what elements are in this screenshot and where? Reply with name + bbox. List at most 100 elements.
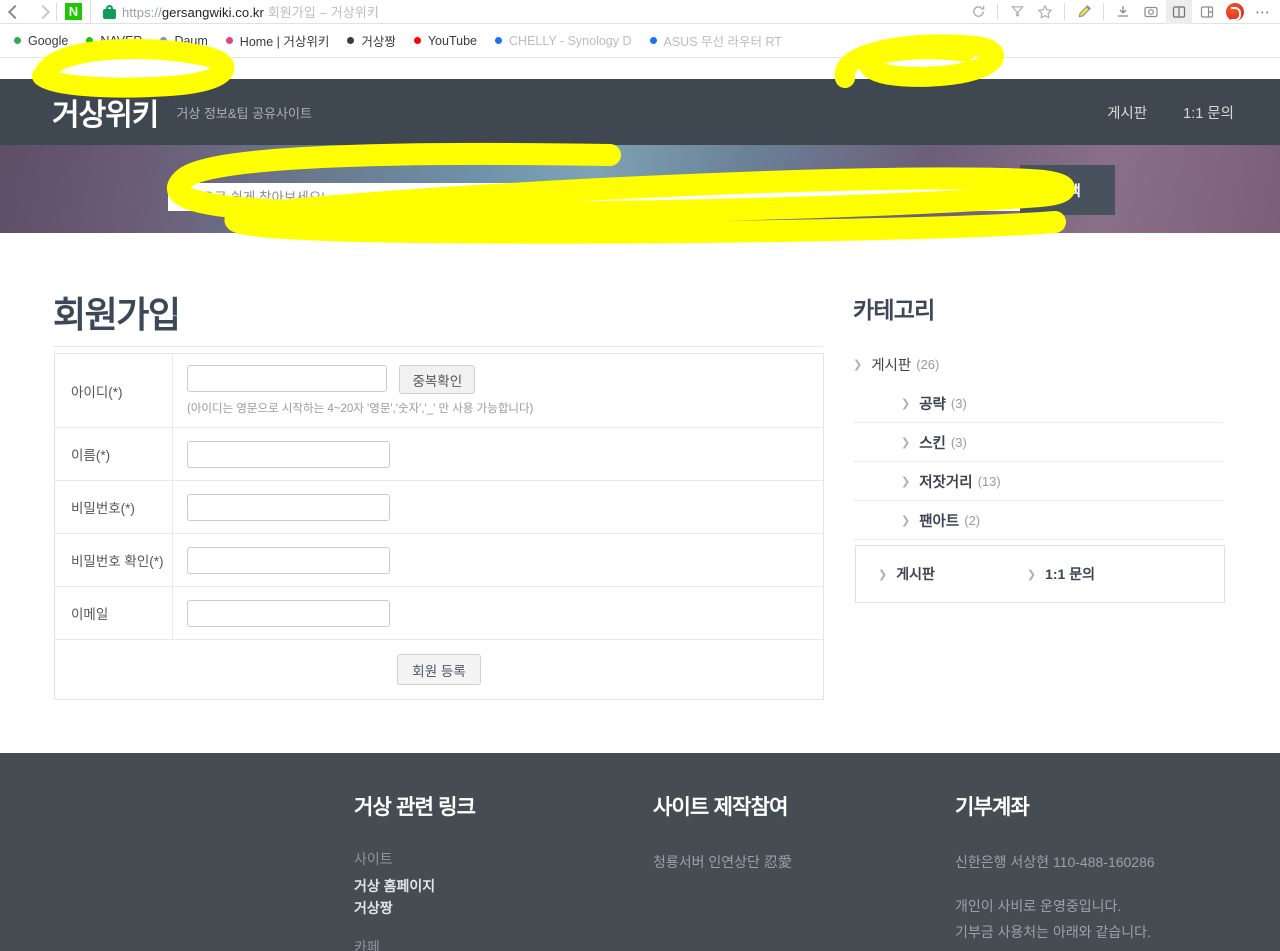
naver-whale-icon[interactable]: N <box>65 3 82 20</box>
field-password-confirm <box>173 534 824 587</box>
bookmark-daum[interactable]: Daum <box>160 34 225 48</box>
browser-window: N https://gersangwiki.co.kr 회원가입 – 거상위키 <box>0 0 1280 951</box>
star-icon[interactable] <box>1032 0 1058 24</box>
url-text: https://gersangwiki.co.kr 회원가입 – 거상위키 <box>122 2 379 21</box>
category-name: 저잣거리 <box>919 474 973 491</box>
category-item-fanart[interactable]: ❯ 팬아트 (2) <box>853 501 1223 540</box>
form-row-password: 비밀번호(*) <box>54 480 824 534</box>
screenshot-icon[interactable] <box>1138 0 1164 24</box>
sidebar-icon[interactable] <box>1166 0 1192 24</box>
nav-item-inquiry[interactable]: 1:1 문의 <box>1183 102 1234 123</box>
search-button[interactable]: 검색 <box>1020 165 1115 215</box>
history-icon[interactable] <box>1004 0 1030 24</box>
label-password: 비밀번호(*) <box>54 480 173 534</box>
bookmark-chelly-synology[interactable]: CHELLY - Synology D <box>494 33 650 48</box>
category-name: 게시판 <box>871 358 912 374</box>
userid-input[interactable] <box>187 365 387 392</box>
form-row-password-confirm: 비밀번호 확인(*) <box>54 533 824 587</box>
back-icon[interactable] <box>6 5 20 19</box>
chrome-gap <box>0 58 1280 79</box>
nav-item-board[interactable]: 게시판 <box>1107 102 1147 123</box>
field-userid: 중복확인 (아이디는 영문으로 시작하는 4~20자 '영문','숫자','_'… <box>173 354 824 428</box>
bookmark-naver[interactable]: NAVER <box>86 34 160 48</box>
highlighter-pen-icon[interactable] <box>1071 0 1097 24</box>
search-input[interactable] <box>168 183 1020 211</box>
url-domain: gersangwiki.co.kr <box>161 5 264 20</box>
password-confirm-input[interactable] <box>187 546 390 574</box>
footer-column-donation: 기부계좌 신한은행 서상현 110-488-160286 개인이 사비로 운영중… <box>955 791 1155 945</box>
footer-group-cafe: 카페 <box>354 939 380 951</box>
category-item-board[interactable]: ❯ 게시판 (26) <box>853 345 1223 384</box>
chevron-right-icon: ❯ <box>901 475 911 488</box>
check-duplicate-button[interactable]: 중복확인 <box>399 365 476 394</box>
quick-link-label: 게시판 <box>896 566 935 582</box>
category-count: (3) <box>950 395 967 411</box>
footer-link-gersangjjang[interactable]: 거상짱 <box>354 897 475 919</box>
split-view-icon[interactable] <box>1194 0 1220 24</box>
forward-icon[interactable] <box>34 5 48 19</box>
site-logo[interactable]: 거상위키 <box>52 90 159 134</box>
bookmark-label: Daum <box>174 33 208 48</box>
label-email: 이메일 <box>54 586 173 640</box>
navigation-buttons <box>0 5 48 19</box>
email-input[interactable] <box>187 599 390 627</box>
category-name: 공략 <box>919 396 946 413</box>
userid-hint: (아이디는 영문으로 시작하는 4~20자 '영문','숫자','_' 만 사용… <box>187 403 534 415</box>
category-item-market[interactable]: ❯ 저잣거리 (13) <box>853 462 1223 501</box>
main-content: 회원가입 아이디(*) 중복확인 (아이디는 영문으로 시작하는 4~20자 '… <box>0 233 1280 753</box>
field-email <box>173 587 824 640</box>
signup-form: 아이디(*) 중복확인 (아이디는 영문으로 시작하는 4~20자 '영문','… <box>54 353 824 700</box>
address-bar[interactable]: https://gersangwiki.co.kr 회원가입 – 거상위키 <box>90 0 965 24</box>
quick-link-inquiry[interactable]: ❯ 1:1 문의 <box>1027 564 1095 584</box>
sidebar-title: 카테고리 <box>853 297 935 323</box>
footer-credits-body: 청룡서버 인연상단 忍愛 <box>653 854 792 870</box>
page-title: 회원가입 <box>53 294 181 335</box>
url-page-title: 회원가입 – 거상위키 <box>267 5 379 20</box>
category-count: (13) <box>977 473 1001 489</box>
url-protocol: https:// <box>122 5 162 20</box>
password-input[interactable] <box>187 493 390 521</box>
title-divider <box>53 346 823 347</box>
profile-avatar-icon[interactable] <box>1222 0 1248 24</box>
footer-link-gersang-homepage[interactable]: 거상 홈페이지 <box>354 875 475 897</box>
bookmark-label: Google <box>28 33 69 48</box>
footer-donation-note-1: 개인이 사비로 운영중입니다. <box>955 898 1122 914</box>
site-tagline: 거상 정보&팁 공유사이트 <box>176 105 312 121</box>
more-menu-icon[interactable]: ⋯ <box>1250 0 1276 24</box>
register-button[interactable]: 회원 등록 <box>397 654 481 685</box>
bookmark-label: CHELLY - Synology D <box>508 33 632 48</box>
reload-icon[interactable] <box>965 0 991 24</box>
name-input[interactable] <box>187 440 390 468</box>
bookmark-label: ASUS 무선 라우터 RT <box>663 35 782 49</box>
site-footer: 거상 관련 링크 사이트 거상 홈페이지 거상짱 카페 사이트 제작참여 청룡서… <box>0 753 1280 951</box>
search-row <box>168 183 1020 211</box>
category-item-guide[interactable]: ❯ 공략 (3) <box>853 384 1223 423</box>
chevron-right-icon: ❯ <box>901 514 911 527</box>
bookmark-gersangjjang[interactable]: 거상짱 <box>347 31 414 50</box>
chevron-right-icon: ❯ <box>878 568 888 581</box>
bookmark-home-gersangwiki[interactable]: Home | 거상위키 <box>225 31 348 50</box>
bookmarks-bar: Google NAVER Daum Home | 거상위키 거상짱 YouTub… <box>0 24 1280 58</box>
label-name: 이름(*) <box>54 427 173 481</box>
bookmark-label: Home | 거상위키 <box>239 35 330 49</box>
chevron-right-icon: ❯ <box>901 436 911 449</box>
quick-link-board[interactable]: ❯ 게시판 <box>878 564 935 584</box>
quick-links-box: ❯ 게시판 ❯ 1:1 문의 <box>855 545 1225 603</box>
footer-column-links: 거상 관련 링크 사이트 거상 홈페이지 거상짱 카페 <box>354 791 476 951</box>
chevron-right-icon: ❯ <box>1026 568 1037 581</box>
download-icon[interactable] <box>1110 0 1136 24</box>
bookmark-google[interactable]: Google <box>14 34 86 48</box>
bookmark-youtube[interactable]: YouTube <box>413 34 495 48</box>
bookmark-asus-router[interactable]: ASUS 무선 라우터 RT <box>649 31 800 50</box>
footer-heading-credits: 사이트 제작참여 <box>653 796 788 819</box>
footer-donation-account: 신한은행 서상현 110-488-160286 <box>955 854 1155 870</box>
category-name: 팬아트 <box>919 513 960 530</box>
toolbar-actions: ⋯ <box>965 0 1280 24</box>
bookmark-label: NAVER <box>100 33 143 48</box>
form-row-name: 이름(*) <box>54 427 824 481</box>
chevron-right-icon: ❯ <box>901 397 911 410</box>
label-password-confirm: 비밀번호 확인(*) <box>54 533 173 587</box>
category-item-skin[interactable]: ❯ 스킨 (3) <box>853 423 1223 462</box>
category-name: 스킨 <box>919 435 946 452</box>
